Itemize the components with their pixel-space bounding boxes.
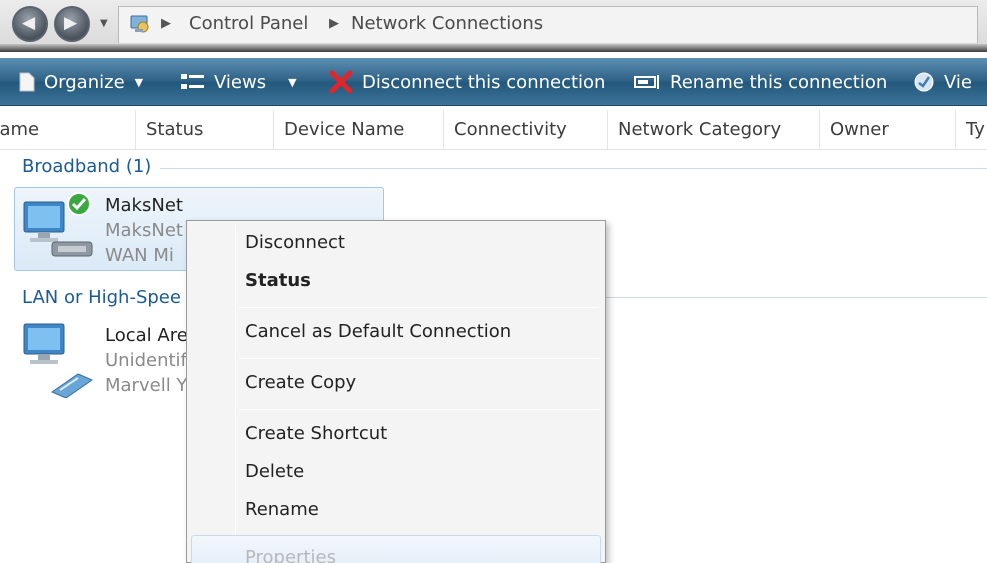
- column-header-row: Name Status Device Name Connectivity Net…: [0, 110, 987, 150]
- views-icon: [181, 74, 204, 89]
- menu-separator: [239, 307, 599, 308]
- menu-item-properties[interactable]: Properties: [245, 547, 336, 563]
- views-label: Views: [214, 71, 267, 93]
- command-toolbar: Organize ▼ Views ▼ Disconnect this conne…: [0, 58, 987, 106]
- connection-device-text: WAN Mi: [105, 245, 174, 266]
- column-header-status[interactable]: Status: [136, 110, 274, 150]
- breadcrumb-separator-icon: ▶: [329, 16, 339, 31]
- breadcrumb-separator-icon: ▶: [161, 16, 171, 31]
- column-header-type[interactable]: Ty: [956, 110, 987, 150]
- forward-button[interactable]: ▶: [54, 6, 90, 42]
- menu-item-delete[interactable]: Delete: [245, 461, 304, 482]
- chevron-down-icon: ▼: [134, 75, 144, 89]
- column-header-connectivity[interactable]: Connectivity: [444, 110, 608, 150]
- group-header-lan[interactable]: LAN or High-Spee: [22, 287, 181, 308]
- view-status-button[interactable]: Vie: [912, 58, 972, 106]
- column-header-network-category[interactable]: Network Category: [608, 110, 820, 150]
- view-status-icon: [914, 72, 934, 92]
- breadcrumb[interactable]: ▶ Control Panel ▶ Network Connections: [118, 6, 978, 44]
- chevron-down-icon: ▼: [288, 75, 297, 89]
- column-header-owner[interactable]: Owner: [820, 110, 956, 150]
- connection-name: MaksNet: [105, 195, 183, 216]
- menu-item-cancel-default[interactable]: Cancel as Default Connection: [245, 321, 511, 342]
- rename-connection-label: Rename this connection: [670, 71, 888, 93]
- connection-device-text: Marvell Y: [105, 375, 188, 396]
- menu-item-create-copy[interactable]: Create Copy: [245, 372, 356, 393]
- organize-icon: [19, 72, 35, 92]
- context-menu-gutter: [235, 225, 236, 562]
- group-divider: [160, 168, 987, 169]
- lan-connection-icon: [23, 323, 94, 398]
- context-menu: Disconnect Status Cancel as Default Conn…: [186, 220, 606, 563]
- column-header-device-name[interactable]: Device Name: [274, 110, 444, 150]
- connection-status-text: MaksNet: [105, 220, 183, 241]
- views-button[interactable]: Views ▼: [180, 58, 297, 106]
- recent-pages-dropdown[interactable]: ▼: [100, 18, 108, 29]
- view-status-label: Vie: [944, 71, 972, 93]
- breadcrumb-control-panel[interactable]: Control Panel: [189, 13, 308, 34]
- red-x-icon: [329, 70, 353, 94]
- group-divider: [606, 297, 987, 298]
- connection-name[interactable]: Local Are: [105, 325, 188, 346]
- disconnect-connection-button[interactable]: Disconnect this connection: [328, 58, 605, 106]
- column-header-name[interactable]: Name: [0, 110, 136, 150]
- back-icon: ◀: [22, 13, 36, 33]
- organize-button[interactable]: Organize ▼: [18, 58, 143, 106]
- forward-icon: ▶: [64, 13, 78, 33]
- menu-separator: [239, 409, 599, 410]
- control-panel-icon: [130, 15, 149, 33]
- rename-icon: [634, 75, 659, 89]
- menu-separator: [239, 358, 599, 359]
- back-button[interactable]: ◀: [12, 6, 48, 42]
- menu-item-disconnect[interactable]: Disconnect: [245, 232, 345, 253]
- connected-check-icon: [67, 192, 91, 216]
- group-header-broadband[interactable]: Broadband (1): [22, 156, 151, 177]
- disconnect-connection-label: Disconnect this connection: [362, 71, 606, 93]
- menu-item-rename[interactable]: Rename: [245, 499, 319, 520]
- menu-item-status[interactable]: Status: [245, 270, 311, 291]
- breadcrumb-network-connections[interactable]: Network Connections: [351, 13, 543, 34]
- menu-item-create-shortcut[interactable]: Create Shortcut: [245, 423, 387, 444]
- connection-status-text: Unidentif: [105, 350, 187, 371]
- organize-label: Organize: [44, 71, 125, 93]
- address-bar: ◀ ▶ ▼ ▶ Control Panel ▶ Network Connecti…: [0, 0, 987, 52]
- rename-connection-button[interactable]: Rename this connection: [634, 58, 887, 106]
